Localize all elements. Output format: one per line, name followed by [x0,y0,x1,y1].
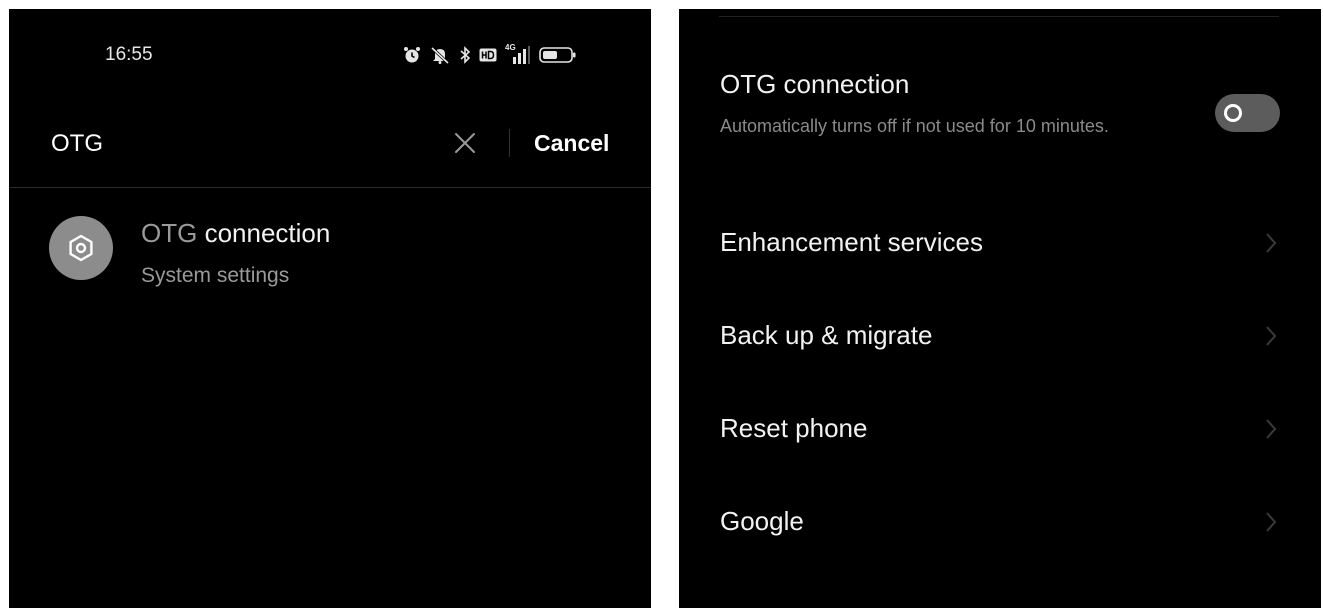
mute-icon [430,46,450,64]
toggle-knob [1224,104,1242,122]
settings-hexagon-icon [49,216,113,280]
search-result-title-rest: connection [197,218,331,248]
search-result-title: OTG connection [141,218,330,249]
search-screen: 16:55 4G OTG Cancel OTG connection Syste… [9,9,651,608]
settings-screen: OTG connection Automatically turns off i… [679,9,1321,608]
chevron-right-icon [1266,512,1277,532]
alarm-icon [404,47,420,63]
otg-connection-title: OTG connection [720,69,910,99]
hd-icon [479,48,497,62]
search-result-item[interactable]: OTG connection System settings [49,214,609,294]
search-result-title-match: OTG [141,218,198,248]
search-divider [509,129,510,157]
battery-icon [539,47,576,63]
signal-icon: 4G [505,43,531,65]
clear-search-icon[interactable] [453,131,477,155]
chevron-right-icon [1266,233,1277,253]
settings-item-back-up-migrate[interactable]: Back up & migrate [679,305,1321,365]
status-icons: 4G [403,43,577,65]
settings-item-label: Reset phone [720,413,868,443]
settings-item-reset-phone[interactable]: Reset phone [679,398,1321,458]
search-result-subtitle: System settings [141,264,290,287]
settings-item-google[interactable]: Google [679,491,1321,551]
settings-item-enhancement-services[interactable]: Enhancement services [679,212,1321,272]
settings-item-label: Enhancement services [720,227,984,257]
chevron-right-icon [1266,419,1277,439]
bluetooth-icon [460,46,471,64]
otg-connection-description: Automatically turns off if not used for … [720,116,1109,136]
search-bar-divider [9,187,651,188]
chevron-right-icon [1266,326,1277,346]
settings-item-label: Back up & migrate [720,320,933,350]
status-time: 16:55 [105,44,153,65]
top-divider [719,16,1279,17]
search-input[interactable]: OTG [51,130,103,158]
settings-item-label: Google [720,506,804,536]
otg-connection-toggle[interactable] [1215,94,1280,132]
cancel-button[interactable]: Cancel [534,130,609,157]
